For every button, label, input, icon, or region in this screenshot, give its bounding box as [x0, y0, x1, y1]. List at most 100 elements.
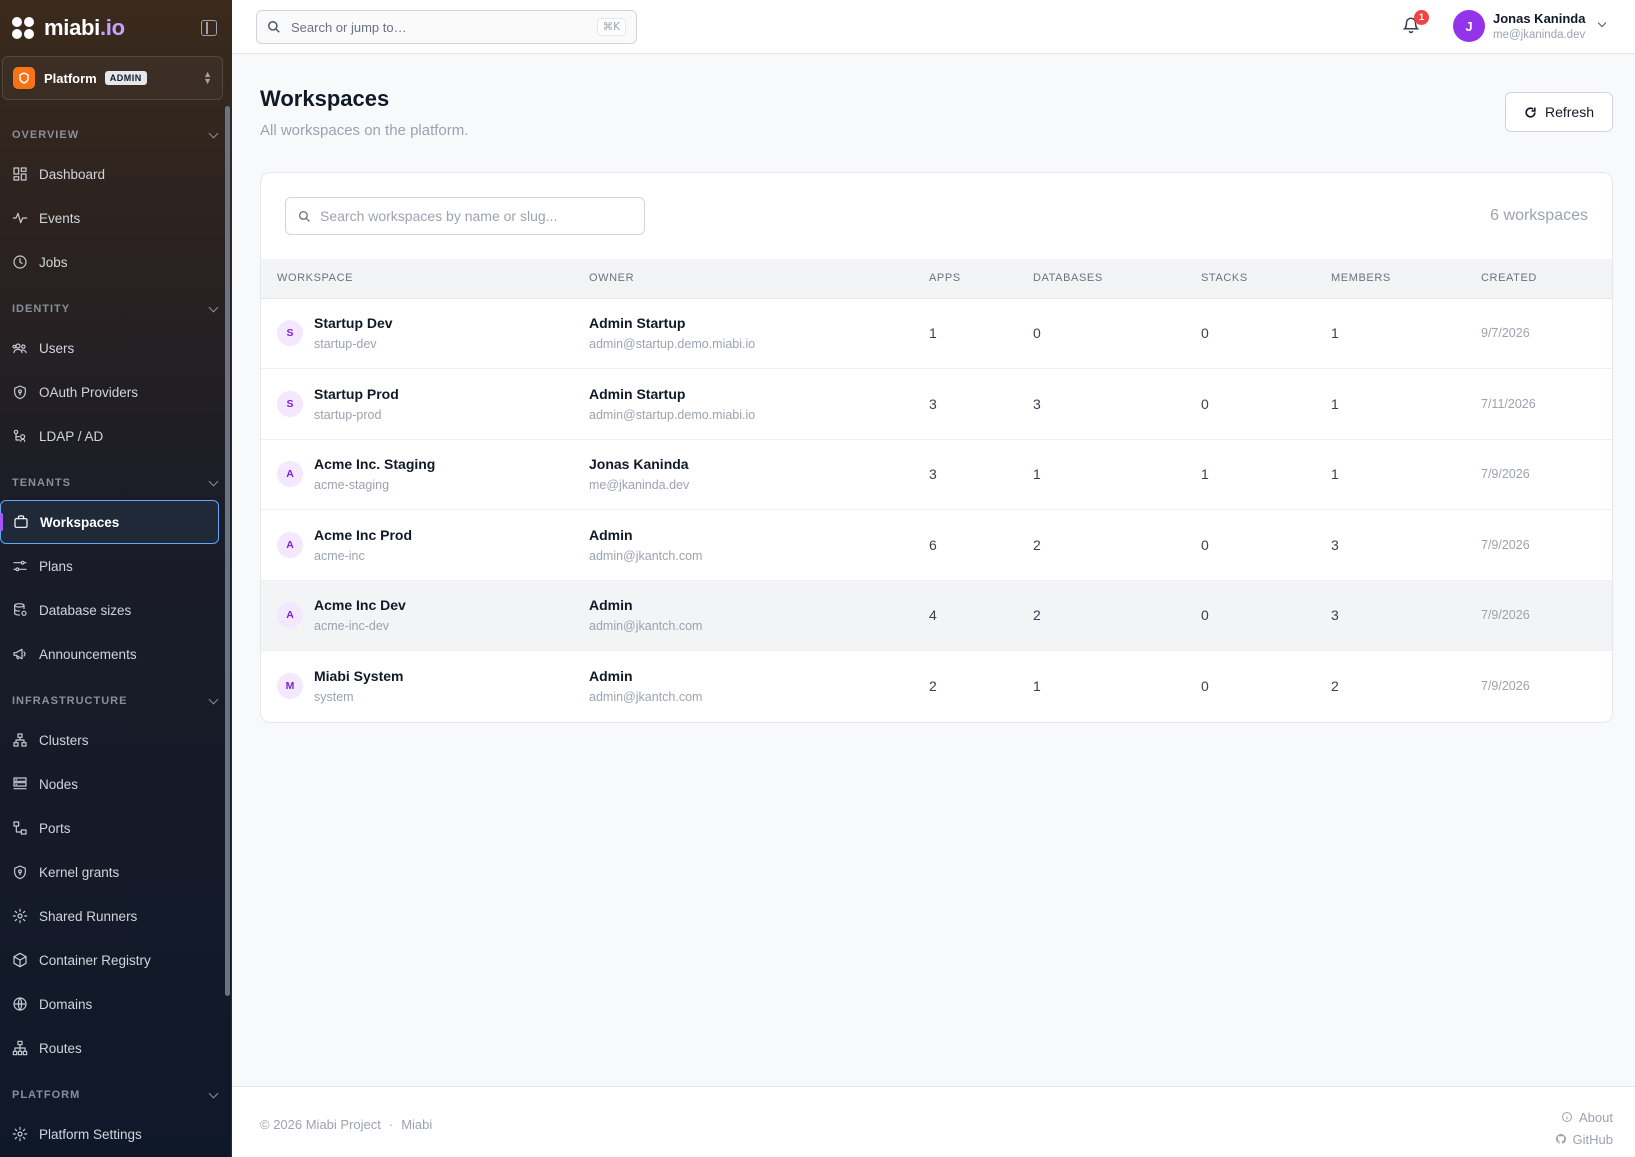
notifications-button[interactable]: 1 — [1402, 10, 1429, 40]
workspace-slug: startup-dev — [314, 337, 377, 352]
sidebar-collapse-icon[interactable] — [201, 20, 217, 36]
refresh-icon — [1525, 106, 1536, 118]
apps-cell: 3 — [913, 368, 1017, 440]
sidebar-item-ldap-ad[interactable]: LDAP / AD — [0, 414, 231, 458]
section-label: INFRASTRUCTURE — [12, 695, 128, 707]
sidebar-item-jobs[interactable]: Jobs — [0, 240, 231, 284]
about-label: About — [1579, 1109, 1613, 1125]
avatar: J — [1453, 10, 1485, 42]
sidebar-item-ports[interactable]: Ports — [0, 806, 231, 850]
sidebar-item-database-sizes[interactable]: Database sizes — [0, 588, 231, 632]
section-label: PLATFORM — [12, 1089, 81, 1101]
workspace-avatar: S — [277, 390, 303, 417]
workspace-cell: A Acme Inc Dev acme-inc-dev — [261, 580, 573, 651]
owner-name: Admin — [589, 668, 633, 684]
stacks-cell: 0 — [1185, 368, 1315, 440]
sidebar-item-plans[interactable]: Plans — [0, 544, 231, 588]
workspace-slug: acme-inc-dev — [314, 619, 390, 634]
section-label: OVERVIEW — [12, 129, 80, 141]
workspace-search-input[interactable] — [320, 208, 632, 224]
table-row[interactable]: S Startup Prod startup-prod Admin Startup ad… — [261, 368, 1612, 440]
sidebar: miabi.io Platform ADMIN ▲ ▼ OVERVIEW Dashb… — [0, 0, 232, 1157]
created-cell: 7/9/2026 — [1465, 509, 1612, 581]
workspace-name[interactable]: Startup Dev — [314, 315, 393, 331]
shield-icon — [13, 67, 35, 89]
workspace-search[interactable] — [285, 197, 645, 235]
separator: · — [388, 1117, 394, 1132]
column-header-stacks: STACKS — [1185, 259, 1315, 299]
sidebar-section-identity[interactable]: IDENTITY — [0, 292, 231, 326]
apps-cell: 4 — [913, 580, 1017, 651]
github-label: GitHub — [1572, 1131, 1613, 1147]
table-row[interactable]: M Miabi System system Admin admin@jkantch.co… — [261, 651, 1612, 722]
sidebar-item-routes[interactable]: Routes — [0, 1026, 231, 1070]
workspace-name[interactable]: Startup Prod — [314, 386, 399, 402]
sidebar-item-clusters[interactable]: Clusters — [0, 718, 231, 762]
workspace-cell: S Startup Dev startup-dev — [261, 298, 573, 369]
about-link[interactable]: About — [1555, 1106, 1613, 1128]
sidebar-section-overview[interactable]: OVERVIEW — [0, 118, 231, 152]
user-name: Jonas Kaninda — [1493, 11, 1586, 26]
footer-left: © 2026 Miabi Project · Miabi — [260, 1117, 432, 1132]
table-body: S Startup Dev startup-dev Admin Startup admi… — [261, 298, 1612, 721]
table-row[interactable]: A Acme Inc Dev acme-inc-dev Admin admin@jkan… — [261, 580, 1612, 651]
table-row[interactable]: A Acme Inc. Staging acme-staging Jonas Kani… — [261, 439, 1612, 510]
workspace-avatar: A — [277, 531, 303, 558]
members-cell: 3 — [1315, 580, 1465, 651]
github-link[interactable]: GitHub — [1555, 1128, 1613, 1150]
owner-email: me@jkaninda.dev — [589, 478, 690, 493]
brand-name[interactable]: miabi.io — [44, 15, 125, 41]
sidebar-section-infrastructure[interactable]: INFRASTRUCTURE — [0, 684, 231, 718]
table-row[interactable]: S Startup Dev startup-dev Admin Startup admi… — [261, 298, 1612, 369]
databases-cell: 0 — [1017, 298, 1185, 369]
workspace-name[interactable]: Acme Inc. Staging — [314, 456, 435, 472]
brand: miabi.io — [0, 0, 231, 56]
workspace-avatar: A — [277, 461, 303, 488]
project-link[interactable]: Miabi — [401, 1117, 432, 1132]
workspace-name[interactable]: Miabi System — [314, 668, 403, 684]
workspace-name[interactable]: Acme Inc Prod — [314, 527, 412, 543]
search-icon — [298, 210, 310, 222]
workspace-name[interactable]: Acme Inc Dev — [314, 597, 406, 613]
apps-cell: 3 — [913, 439, 1017, 510]
user-menu[interactable]: J Jonas Kaninda me@jkaninda.dev — [1453, 10, 1607, 42]
workspace-cell: S Startup Prod startup-prod — [261, 368, 573, 440]
briefcase-icon — [14, 515, 28, 528]
sidebar-section-tenants[interactable]: TENANTS — [0, 466, 231, 500]
shield-icon — [14, 865, 26, 880]
apps-cell: 1 — [913, 298, 1017, 369]
chevron-updown-icon: ▲ ▼ — [203, 69, 212, 86]
workspace-avatar: M — [277, 673, 303, 699]
sidebar-item-label: Clusters — [39, 732, 89, 748]
tenant-switcher[interactable]: Platform ADMIN ▲ ▼ — [2, 56, 223, 100]
table-row[interactable]: A Acme Inc Prod acme-inc Admin admin@jkantch… — [261, 509, 1612, 581]
sidebar-item-users[interactable]: Users — [0, 326, 231, 370]
sidebar-item-domains[interactable]: Domains — [0, 982, 231, 1026]
sidebar-item-dashboard[interactable]: Dashboard — [0, 152, 231, 196]
apps-cell: 2 — [929, 678, 937, 694]
refresh-button[interactable]: Refresh — [1504, 92, 1613, 132]
global-search[interactable]: ⌘K — [256, 10, 637, 44]
sidebar-item-events[interactable]: Events — [0, 196, 231, 240]
sidebar-item-container-registry[interactable]: Container Registry — [0, 938, 231, 982]
sidebar-item-platform-settings[interactable]: Platform Settings — [0, 1112, 231, 1156]
sidebar-item-workspaces[interactable]: Workspaces — [0, 500, 219, 544]
page-subtitle: All workspaces on the platform. — [260, 122, 469, 139]
owner-cell: Admin admin@jkantch.com — [573, 580, 913, 651]
members-cell: 3 — [1315, 509, 1465, 581]
global-search-input[interactable] — [291, 19, 597, 35]
sidebar-item-nodes[interactable]: Nodes — [0, 762, 231, 806]
sidebar-item-shared-runners[interactable]: Shared Runners — [0, 894, 231, 938]
sidebar-item-announcements[interactable]: Announcements — [0, 632, 231, 676]
sidebar-item-label: Users — [39, 340, 75, 356]
copyright: © 2026 Miabi Project — [260, 1117, 381, 1132]
sidebar-item-oauth-providers[interactable]: OAuth Providers — [0, 370, 231, 414]
column-header-owner: OWNER — [573, 259, 913, 299]
sidebar-scrollbar[interactable] — [225, 106, 230, 996]
owner-cell: Admin admin@jkantch.com — [573, 509, 913, 581]
megaphone-icon — [13, 648, 26, 660]
github-icon — [1555, 1133, 1566, 1144]
sidebar-item-kernel-grants[interactable]: Kernel grants — [0, 850, 231, 894]
sidebar-section-platform[interactable]: PLATFORM — [0, 1078, 231, 1112]
main-content: Workspaces All workspaces on the platfor… — [232, 54, 1635, 1087]
